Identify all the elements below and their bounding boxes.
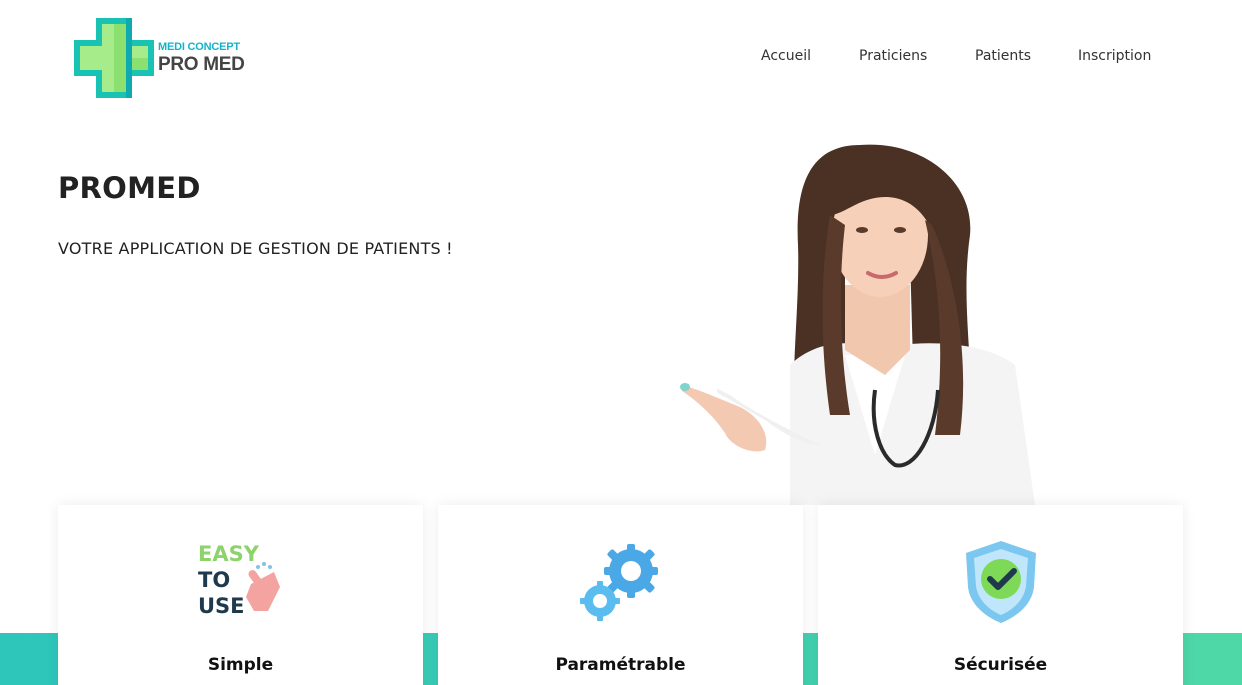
gears-icon — [579, 544, 658, 621]
shield-check-icon — [965, 541, 1036, 623]
feature-card-securisee: Sécurisée — [818, 505, 1183, 685]
easy-to-use-text-easy: EASY — [198, 542, 260, 566]
doctor-pointing-photo — [680, 144, 1035, 505]
easy-to-use-text-to: TO — [198, 568, 230, 592]
feature-label-simple: Simple — [207, 655, 274, 675]
hero-title: PROMED — [58, 171, 201, 205]
nav-inscription[interactable]: Inscription — [1078, 48, 1151, 64]
feature-card-parametrable: Paramétrable — [438, 505, 803, 685]
feature-card-simple: EASY TO USE Simple — [58, 505, 423, 685]
hero-subtitle: VOTRE APPLICATION DE GESTION DE PATIENTS… — [58, 239, 453, 258]
nav-patients[interactable]: Patients — [975, 48, 1031, 64]
feature-label-securisee: Sécurisée — [953, 655, 1048, 675]
easy-to-use-text-use: USE — [198, 594, 245, 618]
nav-praticiens[interactable]: Praticiens — [859, 48, 927, 64]
feature-label-parametrable: Paramétrable — [555, 655, 686, 675]
main-nav: Accueil Praticiens Patients Inscription — [0, 48, 1242, 68]
easy-to-use-icon: EASY TO USE — [198, 542, 280, 618]
nav-accueil[interactable]: Accueil — [761, 48, 811, 64]
